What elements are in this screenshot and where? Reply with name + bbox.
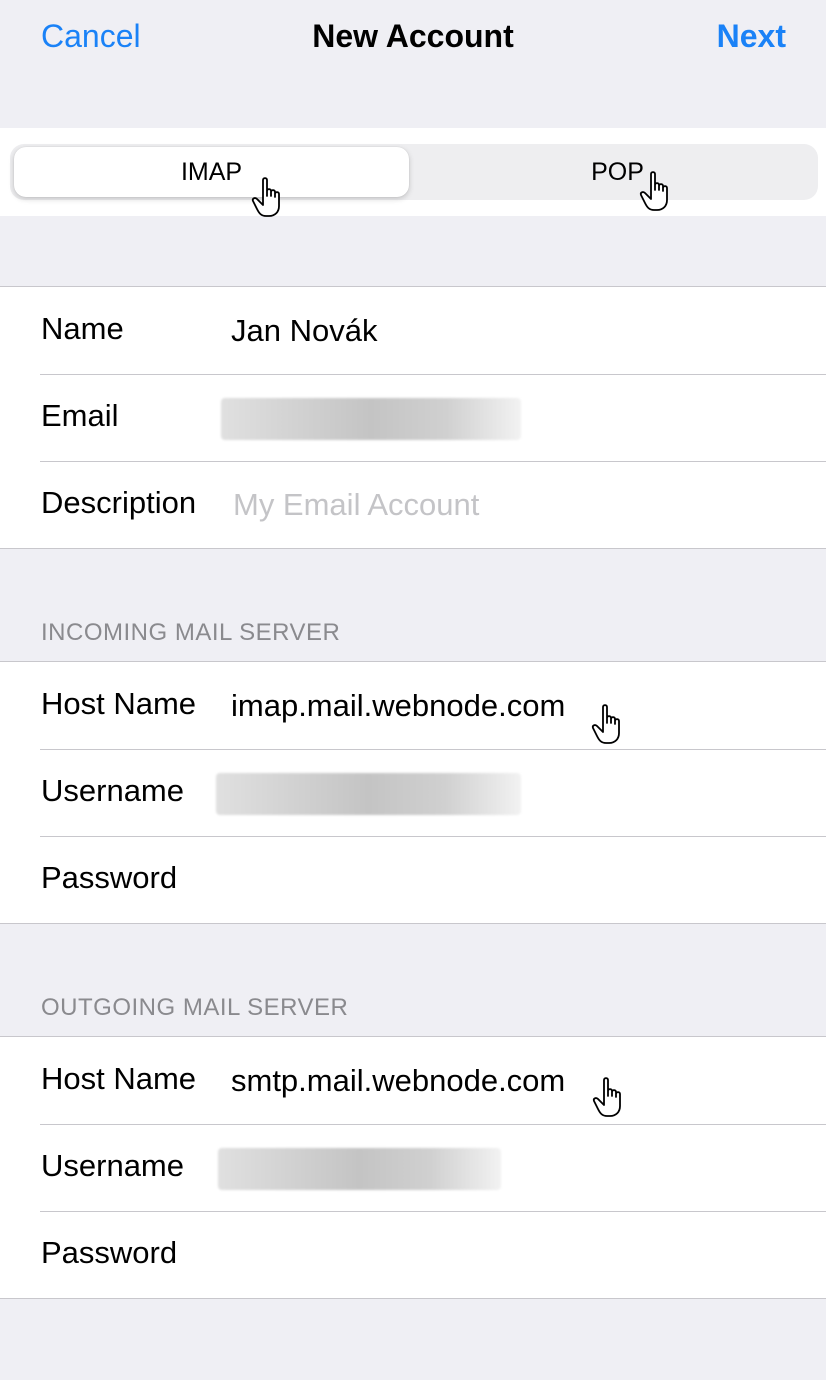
description-label: Description: [41, 485, 197, 520]
protocol-segmented-control: IMAP POP: [10, 144, 818, 200]
name-row[interactable]: Name Jan Novák: [0, 287, 826, 374]
incoming-username-label: Username: [41, 773, 184, 808]
outgoing-username-row[interactable]: Username: [0, 1124, 826, 1211]
hand-pointer-icon: [639, 171, 668, 211]
email-label: Email: [41, 398, 119, 433]
incoming-server-group: Host Name imap.mail.webnode.com Username…: [0, 661, 826, 924]
page-title: New Account: [312, 18, 514, 54]
outgoing-host-label: Host Name: [41, 1061, 197, 1096]
description-field[interactable]: My Email Account: [233, 487, 479, 523]
outgoing-password-label: Password: [41, 1235, 178, 1270]
incoming-host-label: Host Name: [41, 686, 197, 721]
incoming-username-field-redacted[interactable]: [216, 773, 521, 815]
outgoing-username-field-redacted[interactable]: [218, 1148, 501, 1190]
hand-pointer-icon: [251, 177, 280, 217]
incoming-host-row[interactable]: Host Name imap.mail.webnode.com: [0, 662, 826, 749]
outgoing-section-header: OUTGOING MAIL SERVER: [41, 994, 349, 1021]
hand-pointer-icon: [591, 704, 620, 744]
outgoing-password-row[interactable]: Password: [0, 1211, 826, 1298]
outgoing-server-group: Host Name smtp.mail.webnode.com Username…: [0, 1036, 826, 1299]
description-row[interactable]: Description My Email Account: [0, 461, 826, 548]
incoming-password-label: Password: [41, 860, 178, 895]
protocol-selector-container: IMAP POP: [0, 128, 826, 216]
incoming-section-header: INCOMING MAIL SERVER: [41, 619, 341, 646]
navigation-bar: Cancel New Account Next: [0, 0, 826, 76]
outgoing-username-label: Username: [41, 1148, 184, 1183]
outgoing-host-field[interactable]: smtp.mail.webnode.com: [231, 1063, 565, 1099]
name-label: Name: [41, 311, 124, 346]
name-field[interactable]: Jan Novák: [231, 313, 377, 349]
outgoing-host-row[interactable]: Host Name smtp.mail.webnode.com: [0, 1037, 826, 1124]
next-button[interactable]: Next: [717, 18, 786, 55]
email-row[interactable]: Email: [0, 374, 826, 461]
segment-imap[interactable]: IMAP: [14, 147, 409, 197]
email-field-redacted[interactable]: [221, 398, 521, 440]
account-details-group: Name Jan Novák Email Description My Emai…: [0, 286, 826, 549]
hand-pointer-icon: [592, 1077, 621, 1117]
incoming-password-row[interactable]: Password: [0, 836, 826, 923]
incoming-username-row[interactable]: Username: [0, 749, 826, 836]
segment-pop[interactable]: POP: [420, 147, 815, 197]
incoming-host-field[interactable]: imap.mail.webnode.com: [231, 688, 565, 724]
